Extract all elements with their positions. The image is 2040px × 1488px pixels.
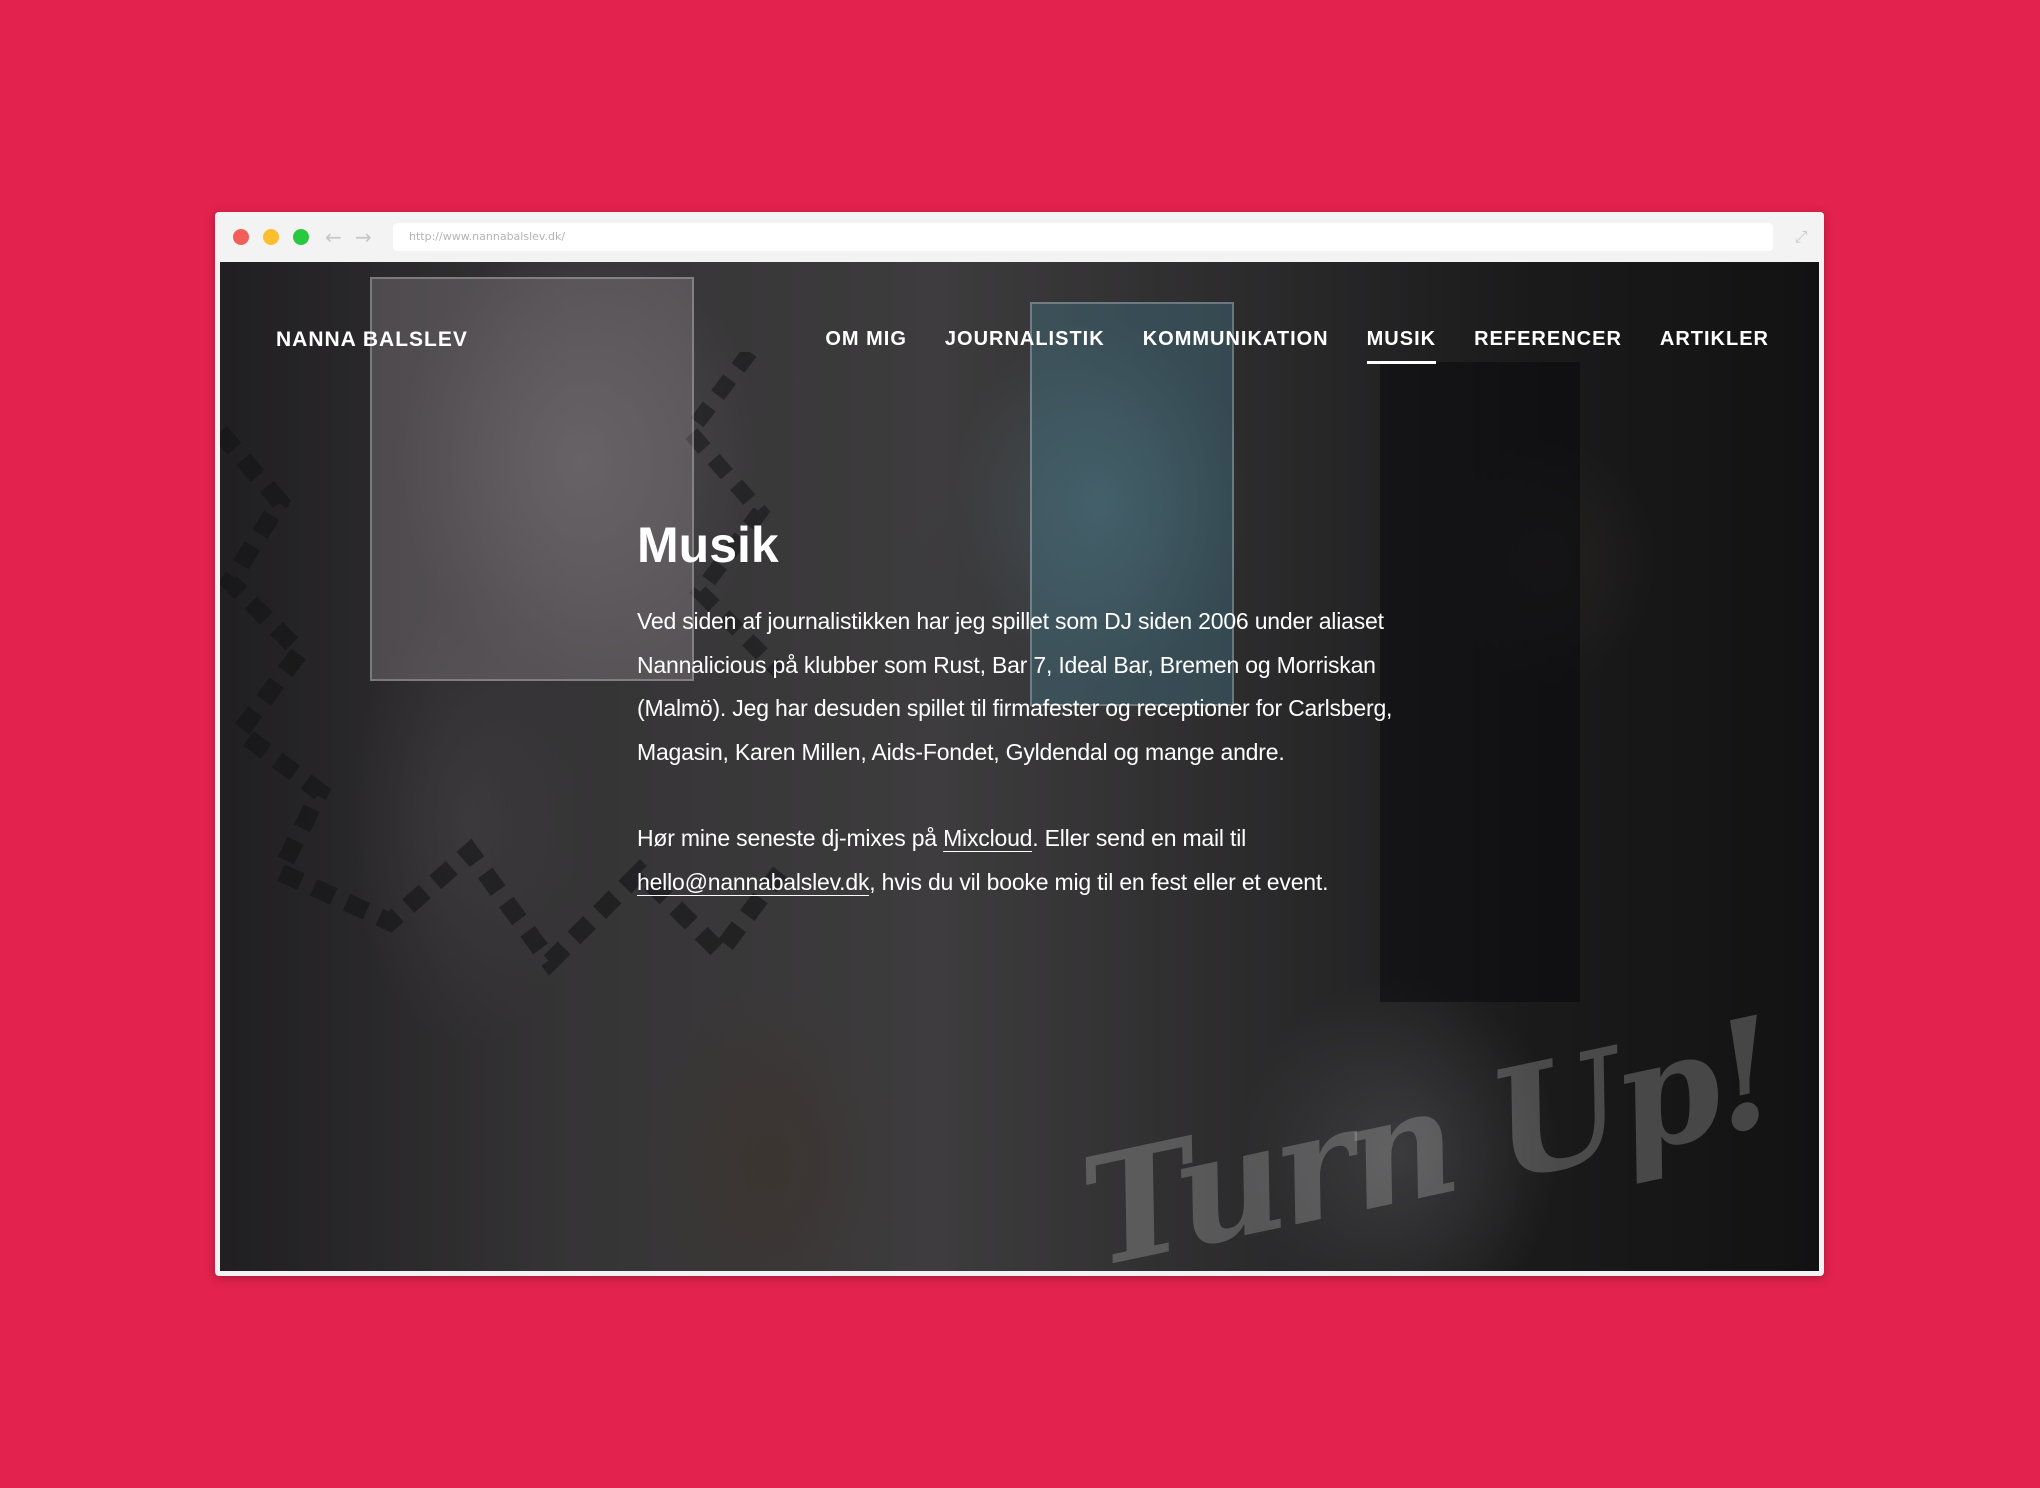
- maximize-window-icon[interactable]: [293, 229, 309, 245]
- address-bar[interactable]: http://www.nannabalslev.dk/: [393, 223, 1773, 251]
- booking-paragraph: Hør mine seneste dj-mixes på Mixcloud. E…: [637, 817, 1427, 904]
- page-viewport: Turn Up! NANNA BALSLEV OM MIG JOURNALIST…: [220, 262, 1819, 1271]
- turn-up-sign: Turn Up!: [1067, 984, 1790, 1271]
- browser-window: ← → http://www.nannabalslev.dk/ ⤢ Turn U…: [215, 212, 1824, 1276]
- site-logo[interactable]: NANNA BALSLEV: [276, 328, 468, 352]
- nav-item-om-mig[interactable]: OM MIG: [825, 328, 907, 351]
- site-header: NANNA BALSLEV OM MIG JOURNALISTIK KOMMUN…: [220, 262, 1819, 392]
- nav-item-musik[interactable]: MUSIK: [1366, 328, 1437, 364]
- booking-text-start: Hør mine seneste dj-mixes på: [637, 825, 944, 851]
- close-window-icon[interactable]: [233, 229, 249, 245]
- main-content: Musik Ved siden af journalistikken har j…: [637, 515, 1427, 947]
- intro-paragraph: Ved siden af journalistikken har jeg spi…: [637, 608, 1393, 765]
- expand-icon[interactable]: ⤢: [1790, 226, 1812, 248]
- booking-text-end: , hvis du vil booke mig til en fest elle…: [869, 868, 1329, 895]
- browser-toolbar: ← → http://www.nannabalslev.dk/ ⤢: [215, 212, 1824, 262]
- mixcloud-link[interactable]: Mixcloud: [943, 825, 1032, 852]
- nav-item-kommunikation[interactable]: KOMMUNIKATION: [1143, 328, 1329, 351]
- minimize-window-icon[interactable]: [263, 229, 279, 245]
- nav-item-artikler[interactable]: ARTIKLER: [1660, 328, 1769, 351]
- email-link[interactable]: hello@nannabalslev.dk: [637, 868, 869, 896]
- arrow-left-icon[interactable]: ←: [325, 224, 342, 250]
- address-url: http://www.nannabalslev.dk/: [409, 230, 566, 243]
- page-title: Musik: [637, 517, 779, 573]
- nav-item-referencer[interactable]: REFERENCER: [1474, 328, 1622, 351]
- main-nav: OM MIG JOURNALISTIK KOMMUNIKATION MUSIK …: [825, 328, 1769, 364]
- nav-item-journalistik[interactable]: JOURNALISTIK: [945, 328, 1105, 351]
- arrow-right-icon[interactable]: →: [355, 224, 372, 250]
- booking-text-middle: . Eller send en mail til: [1032, 825, 1247, 851]
